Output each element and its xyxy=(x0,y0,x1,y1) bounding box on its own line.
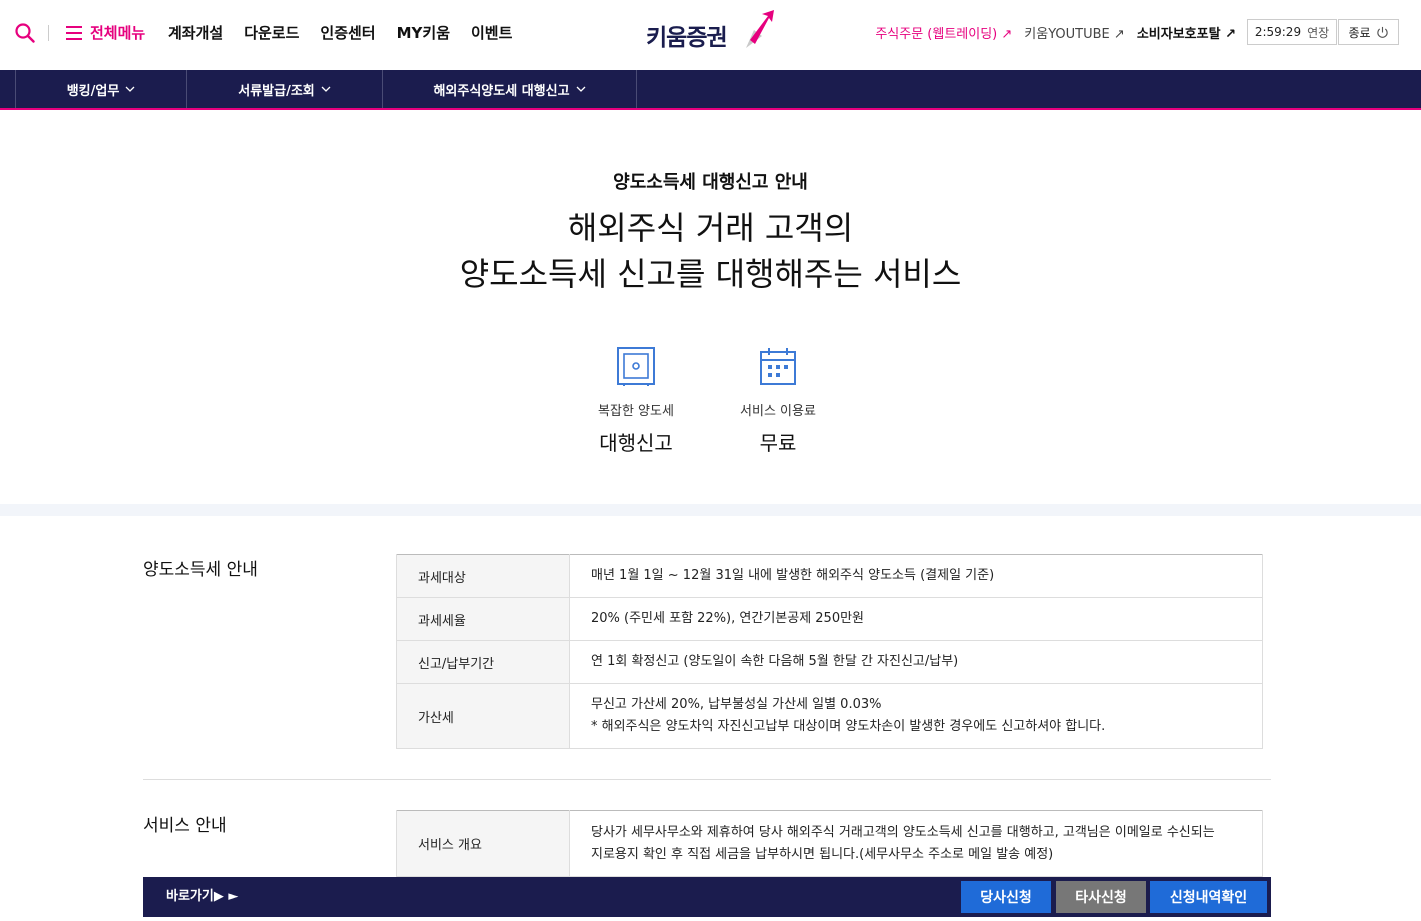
consumer-portal-link[interactable]: 소비자보호포탈 ↗ xyxy=(1137,23,1236,42)
gnb-event[interactable]: 이벤트 xyxy=(471,22,512,43)
web-trading-link[interactable]: 주식주문 (웹트레이딩) ↗ xyxy=(875,23,1012,42)
chevron-down-icon xyxy=(125,86,135,92)
hero-subtitle: 양도소득세 대행신고 안내 xyxy=(613,172,808,193)
nav-overseas-tax[interactable]: 해외주식양도세 대행신고 xyxy=(383,70,637,108)
tax-section-title: 양도소득세 안내 xyxy=(143,560,258,580)
goto-label: 바로가기▶ ► xyxy=(166,889,239,904)
safe-icon xyxy=(617,347,655,386)
table-row: 가산세 무신고 가산세 20%, 납부불성실 가산세 일별 0.03% * 해외… xyxy=(396,683,1263,749)
gnb-account-open[interactable]: 계좌개설 xyxy=(168,22,223,43)
check-history-button[interactable]: 신청내역확인 xyxy=(1150,881,1267,913)
nav-banking[interactable]: 뱅킹/업무 xyxy=(15,70,187,108)
chevron-down-icon xyxy=(576,86,586,92)
gnb-certificate[interactable]: 인증센터 xyxy=(320,22,375,43)
nav-documents[interactable]: 서류발급/조회 xyxy=(187,70,383,108)
feature-fee: 서비스 이용료 무료 xyxy=(708,346,848,456)
feature-filing: 복잡한 양도세 대행신고 xyxy=(566,346,706,456)
external-link-icon: ↗ xyxy=(1225,27,1236,42)
utility-links: 주식주문 (웹트레이딩) ↗ 키움YOUTUBE ↗ 소비자보호포탈 ↗ xyxy=(875,23,1236,42)
youtube-link[interactable]: 키움YOUTUBE ↗ xyxy=(1024,23,1125,42)
feature-value: 대행신고 xyxy=(599,431,673,455)
apply-other-button[interactable]: 타사신청 xyxy=(1056,881,1146,913)
tax-info-table: 과세대상 매년 1월 1일 ~ 12월 31일 내에 발생한 해외주식 양도소득… xyxy=(396,554,1263,749)
service-info-table: 서비스 개요 당사가 세무사무소와 제휴하여 당사 해외주식 거래고객의 양도소… xyxy=(396,810,1263,877)
divider xyxy=(48,25,49,41)
external-link-icon: ↗ xyxy=(1001,27,1013,42)
apply-own-button[interactable]: 당사신청 xyxy=(961,881,1051,913)
logo-text: 키움증권 xyxy=(646,25,728,51)
chevron-down-icon xyxy=(321,86,331,92)
all-menu-label: 전체메뉴 xyxy=(90,24,146,42)
logout-label: 종료 xyxy=(1348,25,1371,40)
logout-button[interactable]: 종료 xyxy=(1338,19,1399,45)
quick-action-bar: 바로가기▶ ► 당사신청 타사신청 신청내역확인 xyxy=(143,877,1271,917)
hero-title: 해외주식 거래 고객의 양도소득세 신고를 대행해주는 서비스 xyxy=(459,209,962,293)
section-divider-band xyxy=(0,504,1421,516)
timer-extend-button[interactable]: 연장 xyxy=(1307,24,1329,41)
section-divider xyxy=(143,779,1271,780)
table-row: 과세대상 매년 1월 1일 ~ 12월 31일 내에 발생한 해외주식 양도소득… xyxy=(396,554,1263,598)
external-link-icon: ↗ xyxy=(1113,27,1125,42)
search-icon[interactable] xyxy=(15,23,35,43)
all-menu-button[interactable]: 전체메뉴 xyxy=(66,22,145,43)
global-nav: 계좌개설 다운로드 인증센터 MY키움 이벤트 xyxy=(168,22,512,43)
table-row: 과세세율 20% (주민세 포함 22%), 연간기본공제 250만원 xyxy=(396,597,1263,641)
feature-value: 무료 xyxy=(759,431,797,455)
sub-nav-bar: 뱅킹/업무 서류발급/조회 해외주식양도세 대행신고 xyxy=(0,70,1421,110)
calendar-icon xyxy=(760,348,796,385)
feature-caption: 서비스 이용료 xyxy=(740,404,816,419)
session-timer[interactable]: 2:59:29 연장 xyxy=(1247,19,1337,45)
top-header: 전체메뉴 계좌개설 다운로드 인증센터 MY키움 이벤트 키움증권 주식주문 (… xyxy=(0,0,1421,70)
timer-value: 2:59:29 xyxy=(1254,25,1302,39)
feature-caption: 복잡한 양도세 xyxy=(598,404,674,419)
table-row: 신고/납부기간 연 1회 확정신고 (양도일이 속한 다음해 5월 한달 간 자… xyxy=(396,640,1263,684)
hamburger-icon xyxy=(66,25,82,40)
table-row: 서비스 개요 당사가 세무사무소와 제휴하여 당사 해외주식 거래고객의 양도소… xyxy=(396,810,1263,877)
logo-arrow-icon xyxy=(746,10,774,48)
service-section-title: 서비스 안내 xyxy=(143,816,227,836)
power-icon xyxy=(1376,26,1388,38)
gnb-my-kiwoom[interactable]: MY키움 xyxy=(397,22,450,43)
logo[interactable]: 키움증권 xyxy=(646,10,776,54)
gnb-download[interactable]: 다운로드 xyxy=(244,22,299,43)
